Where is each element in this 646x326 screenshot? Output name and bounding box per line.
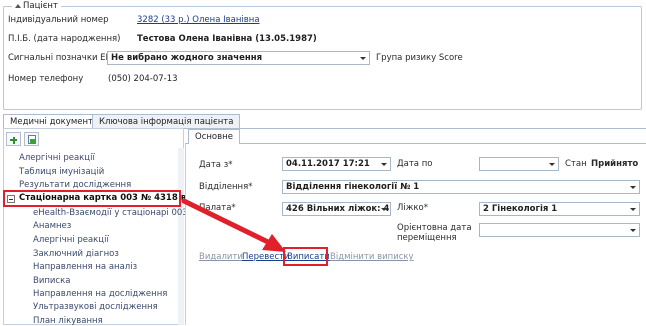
chevron-down-icon — [381, 208, 387, 211]
score-label: Група ризику Score — [376, 53, 463, 63]
patient-group-caption[interactable]: Пацієнт — [12, 1, 61, 11]
chevron-down-icon — [360, 57, 366, 60]
tree-item-allergies[interactable]: Алергічні реакції — [19, 153, 95, 163]
dept-value: Відділення гінекології № 1 — [286, 182, 420, 192]
tree-child-allergies[interactable]: Алергічні реакції — [33, 235, 109, 245]
emk-select-value: Не вибрано жодного значення — [111, 53, 263, 63]
patient-name-label: П.І.Б. (дата народження) — [8, 34, 121, 44]
ward-value: 426 Вільних ліжок: 4 — [286, 204, 390, 214]
chevron-down-icon — [630, 229, 636, 232]
state-value: Прийнято — [591, 159, 639, 169]
tree-child-ehealth[interactable]: eHealth-Взаємодії у стаціонарі 003 — [33, 208, 188, 218]
dept-label: Відділення* — [199, 182, 253, 192]
date-to-label: Дата по — [397, 159, 433, 169]
add-document-button[interactable] — [6, 132, 21, 146]
tree-child-research-referral[interactable]: Направлення на дослідження — [33, 289, 167, 299]
cancel-discharge-link[interactable]: Відмінити виписку — [330, 252, 414, 262]
chevron-down-icon — [630, 208, 636, 211]
tree-toolbar — [6, 132, 39, 146]
tree-item-results[interactable]: Результати дослідження — [19, 180, 131, 190]
patient-group-title: Пацієнт — [23, 1, 58, 11]
phone-label: Номер телефону — [8, 74, 84, 84]
excel-badge-icon — [30, 139, 36, 144]
chevron-down-icon — [549, 163, 555, 166]
move-date-select[interactable] — [479, 223, 640, 237]
date-to-select[interactable] — [479, 157, 559, 171]
chevron-down-icon — [381, 163, 387, 166]
collapse-caret-icon[interactable] — [15, 4, 21, 8]
tab-medical-documents[interactable]: Медичні документи — [3, 114, 106, 129]
collapse-minus-icon[interactable] — [7, 195, 15, 203]
tree-child-analysis-referral[interactable]: Направлення на аналіз — [33, 262, 137, 272]
discharge-highlight-box — [283, 247, 328, 266]
ward-select[interactable]: 426 Вільних ліжок: 4 — [282, 202, 391, 216]
export-document-button[interactable] — [24, 132, 39, 146]
dept-select[interactable]: Відділення гінекології № 1 — [282, 180, 640, 194]
tree-child-final-diagnosis[interactable]: Заключний діагноз — [33, 249, 119, 259]
ward-label: Палата* — [199, 203, 236, 213]
tree-child-anamnesis[interactable]: Анамнез — [33, 221, 71, 231]
plus-icon-vertical — [12, 136, 15, 144]
tab-main[interactable]: Основне — [188, 129, 240, 144]
patient-name-value: Тестова Олена Іванівна (13.05.1987) — [137, 34, 317, 44]
tree-child-ultrasound[interactable]: Ультразвукові дослідження — [33, 302, 158, 312]
move-date-label: Орієнтовна дата переміщення — [397, 223, 472, 243]
tree-child-discharge[interactable]: Виписка — [33, 276, 70, 286]
patient-id-label: Індивідуальний номер — [8, 15, 109, 25]
emk-select[interactable]: Не вибрано жодного значення — [107, 51, 370, 65]
date-from-select[interactable]: 04.11.2017 17:21 — [282, 157, 391, 171]
bed-value: 2 Гінекологія 1 — [483, 204, 558, 214]
tree-item-immunization[interactable]: Таблиця імунізацій — [19, 167, 104, 177]
tree-scrollbar[interactable] — [178, 148, 184, 325]
emk-label: Сигнальні позначки ЕМК — [8, 53, 119, 63]
bed-label: Ліжко* — [397, 203, 428, 213]
state-label: Стан — [565, 159, 587, 169]
bed-select[interactable]: 2 Гінекологія 1 — [479, 202, 640, 216]
delete-link[interactable]: Видалити — [199, 252, 243, 262]
tree-item-inpatient-card-selected[interactable]: Стаціонарна картка 003 № 4318 від 04.11 — [3, 190, 226, 207]
patient-id-link[interactable]: 3282 (33 р.) Олена Іванівна — [137, 15, 260, 25]
date-from-value: 04.11.2017 17:21 — [286, 159, 370, 169]
tab-key-patient-info[interactable]: Ключова інформація пацієнта — [92, 114, 241, 129]
date-from-label: Дата з* — [199, 160, 233, 170]
phone-value: (050) 204-07-13 — [108, 74, 178, 84]
chevron-down-icon — [630, 186, 636, 189]
